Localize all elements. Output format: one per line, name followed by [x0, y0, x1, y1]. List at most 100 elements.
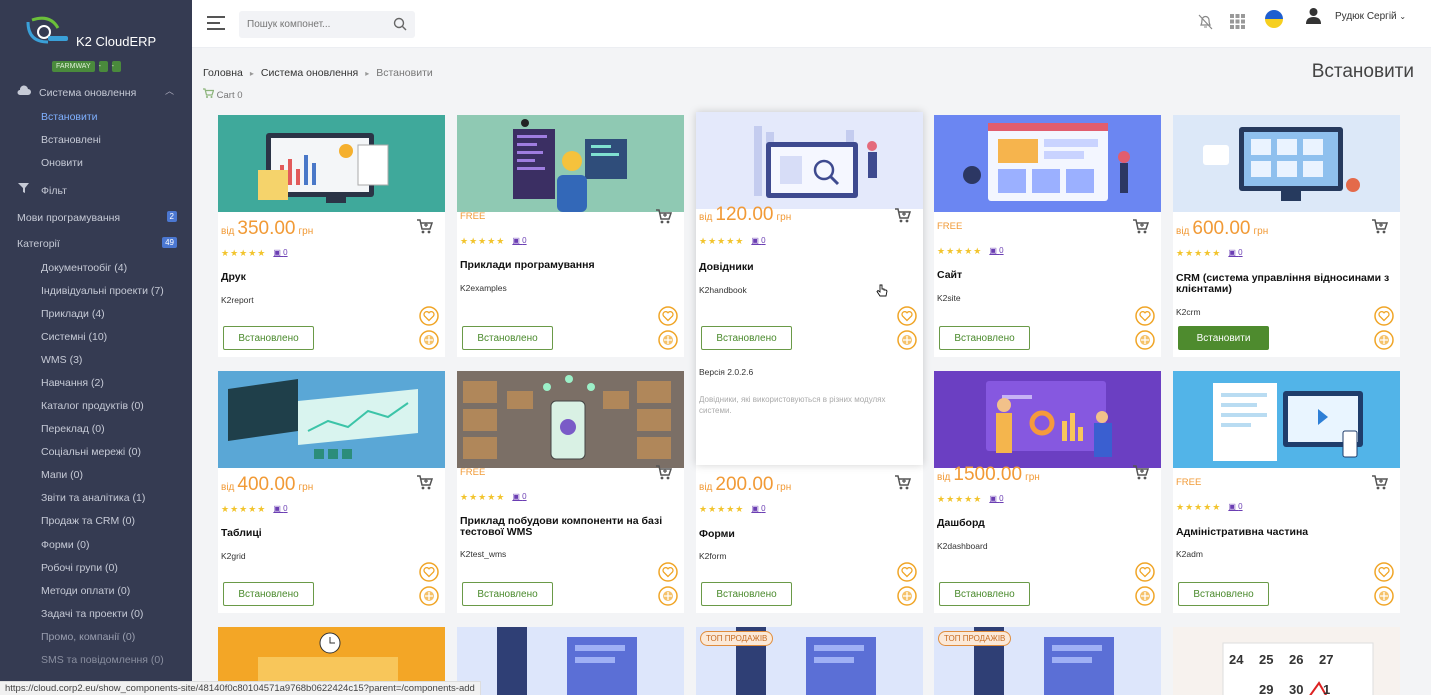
breadcrumb-home[interactable]: Головна: [203, 67, 243, 79]
installed-button[interactable]: Встановлено: [462, 582, 553, 606]
add-to-cart-icon[interactable]: [1372, 219, 1388, 234]
compare-icon[interactable]: [897, 586, 917, 606]
tenant-badge[interactable]: FARMWAY: [52, 61, 95, 72]
component-card[interactable]: від 120.00 грн ★★★★★ ▣ 0 Довідники K2handbo…: [696, 112, 923, 465]
component-card[interactable]: FREE ★★★★★ ▣ 0 Приклади програмування K2e…: [457, 115, 684, 357]
add-to-cart-icon[interactable]: [1133, 465, 1149, 480]
compare-icon[interactable]: [897, 330, 917, 350]
sidebar-category-item[interactable]: Форми (0): [0, 539, 192, 551]
compare-icon[interactable]: [419, 586, 439, 606]
sidebar-category-item[interactable]: Приклади (4): [0, 308, 192, 320]
compare-icon[interactable]: [658, 586, 678, 606]
installed-button[interactable]: Встановлено: [939, 326, 1030, 350]
add-to-cart-icon[interactable]: [417, 475, 433, 490]
installed-button[interactable]: Встановлено: [701, 326, 792, 350]
component-card[interactable]: від 200.00 грн ★★★★★ ▣ 0 Форми K2form Встан…: [696, 465, 923, 613]
comments-link[interactable]: ▣ 0: [989, 246, 1003, 255]
component-card[interactable]: FREE ★★★★★ ▣ 0 Адміністративна частина K2…: [1173, 371, 1400, 613]
add-to-cart-icon[interactable]: [417, 219, 433, 234]
compare-icon[interactable]: [1374, 330, 1394, 350]
component-image[interactable]: [457, 115, 684, 212]
component-title[interactable]: CRM (система управління відносинами з кл…: [1176, 273, 1391, 295]
user-avatar-icon[interactable]: [1305, 7, 1322, 24]
sidebar-category-item[interactable]: SMS та повідомлення (0): [0, 654, 192, 666]
comments-link[interactable]: ▣ 0: [989, 494, 1003, 503]
component-title[interactable]: Довідники: [699, 262, 914, 273]
favorite-heart-icon[interactable]: [1374, 306, 1394, 326]
component-card[interactable]: від 400.00 грн ★★★★★ ▣ 0 Таблиці K2grid Вст…: [218, 371, 445, 613]
compare-icon[interactable]: [1374, 586, 1394, 606]
compare-icon[interactable]: [419, 330, 439, 350]
installed-button[interactable]: Встановлено: [223, 326, 314, 350]
search-icon[interactable]: [393, 17, 407, 31]
comments-link[interactable]: ▣ 0: [751, 504, 765, 513]
installed-button[interactable]: Встановлено: [1178, 582, 1269, 606]
component-image[interactable]: [218, 371, 445, 468]
component-image[interactable]: [457, 371, 684, 468]
notifications-off-icon[interactable]: [1198, 14, 1213, 30]
component-title[interactable]: Друк: [221, 272, 436, 283]
sidebar-category-item[interactable]: Методи оплати (0): [0, 585, 192, 597]
sidebar-category-item[interactable]: Переклад (0): [0, 423, 192, 435]
favorite-heart-icon[interactable]: [419, 306, 439, 326]
component-image[interactable]: [1173, 371, 1400, 468]
component-card[interactable]: ТОП ПРОДАЖІВ: [934, 627, 1161, 695]
sidebar-categories[interactable]: Категорії 49: [0, 237, 192, 250]
component-image[interactable]: 24 25 26 27 29 30 1: [1173, 627, 1400, 695]
chevron-up-icon[interactable]: ︿: [165, 84, 174, 97]
component-image[interactable]: [1173, 115, 1400, 212]
component-image[interactable]: [696, 112, 923, 209]
installed-button[interactable]: Встановлено: [701, 582, 792, 606]
sidebar-item-installed[interactable]: Встановлені: [0, 134, 192, 146]
sidebar-languages[interactable]: Мови програмування 2: [0, 211, 192, 224]
user-menu[interactable]: Рудюк Сергій ⌄: [1335, 11, 1406, 22]
breadcrumb-update-system[interactable]: Система оновлення: [261, 67, 358, 79]
compare-icon[interactable]: [1135, 586, 1155, 606]
favorite-heart-icon[interactable]: [897, 306, 917, 326]
sidebar-category-item[interactable]: Документообіг (4): [0, 262, 192, 274]
favorite-heart-icon[interactable]: [897, 562, 917, 582]
comments-link[interactable]: ▣ 0: [512, 236, 526, 245]
add-to-cart-icon[interactable]: [1372, 475, 1388, 490]
component-card[interactable]: від 350.00 грн ★★★★★ ▣ 0 Друк K2report Вста…: [218, 115, 445, 357]
component-image[interactable]: [934, 115, 1161, 212]
favorite-heart-icon[interactable]: [1135, 562, 1155, 582]
sidebar-category-item[interactable]: Системні (10): [0, 331, 192, 343]
sidebar-category-item[interactable]: Індивідуальні проекти (7): [0, 285, 192, 297]
favorite-heart-icon[interactable]: [658, 562, 678, 582]
app-logo[interactable]: K2 CloudERP: [24, 16, 174, 56]
install-button[interactable]: Встановити: [1178, 326, 1269, 350]
compare-icon[interactable]: [1135, 330, 1155, 350]
sidebar-filter[interactable]: Фільт: [0, 183, 192, 197]
component-card[interactable]: 24 25 26 27 29 30 1: [1173, 627, 1400, 695]
add-to-cart-icon[interactable]: [656, 209, 672, 224]
sidebar-section-update-system[interactable]: Система оновлення ︿: [0, 84, 192, 99]
add-to-cart-icon[interactable]: [656, 465, 672, 480]
favorite-heart-icon[interactable]: [419, 562, 439, 582]
component-card[interactable]: від 600.00 грн ★★★★★ ▣ 0 CRM (система управ…: [1173, 115, 1400, 357]
installed-button[interactable]: Встановлено: [462, 326, 553, 350]
component-card[interactable]: FREE ★★★★★ ▣ 0 Сайт K2site Встановлено: [934, 115, 1161, 357]
favorite-heart-icon[interactable]: [658, 306, 678, 326]
component-title[interactable]: Приклади програмування: [460, 260, 675, 271]
comments-link[interactable]: ▣ 0: [751, 236, 765, 245]
menu-toggle-icon[interactable]: [207, 16, 225, 30]
compare-icon[interactable]: [658, 330, 678, 350]
add-to-cart-icon[interactable]: [895, 208, 911, 223]
sidebar-category-item[interactable]: Мапи (0): [0, 469, 192, 481]
sidebar-category-item[interactable]: Промо, компанії (0): [0, 631, 192, 643]
ukraine-flag-icon[interactable]: [1265, 10, 1283, 28]
component-image[interactable]: [457, 627, 684, 695]
comments-link[interactable]: ▣ 0: [512, 492, 526, 501]
component-image[interactable]: [934, 371, 1161, 468]
comments-link[interactable]: ▣ 0: [1228, 502, 1242, 511]
installed-button[interactable]: Встановлено: [939, 582, 1030, 606]
sidebar-item-install[interactable]: Встановити: [0, 111, 192, 123]
sidebar-category-item[interactable]: Задачі та проекти (0): [0, 608, 192, 620]
component-title[interactable]: Сайт: [937, 270, 1152, 281]
installed-button[interactable]: Встановлено: [223, 582, 314, 606]
add-to-cart-icon[interactable]: [895, 475, 911, 490]
sidebar-category-item[interactable]: WMS (3): [0, 354, 192, 366]
sidebar-category-item[interactable]: Продаж та CRM (0): [0, 515, 192, 527]
comments-link[interactable]: ▣ 0: [273, 504, 287, 513]
